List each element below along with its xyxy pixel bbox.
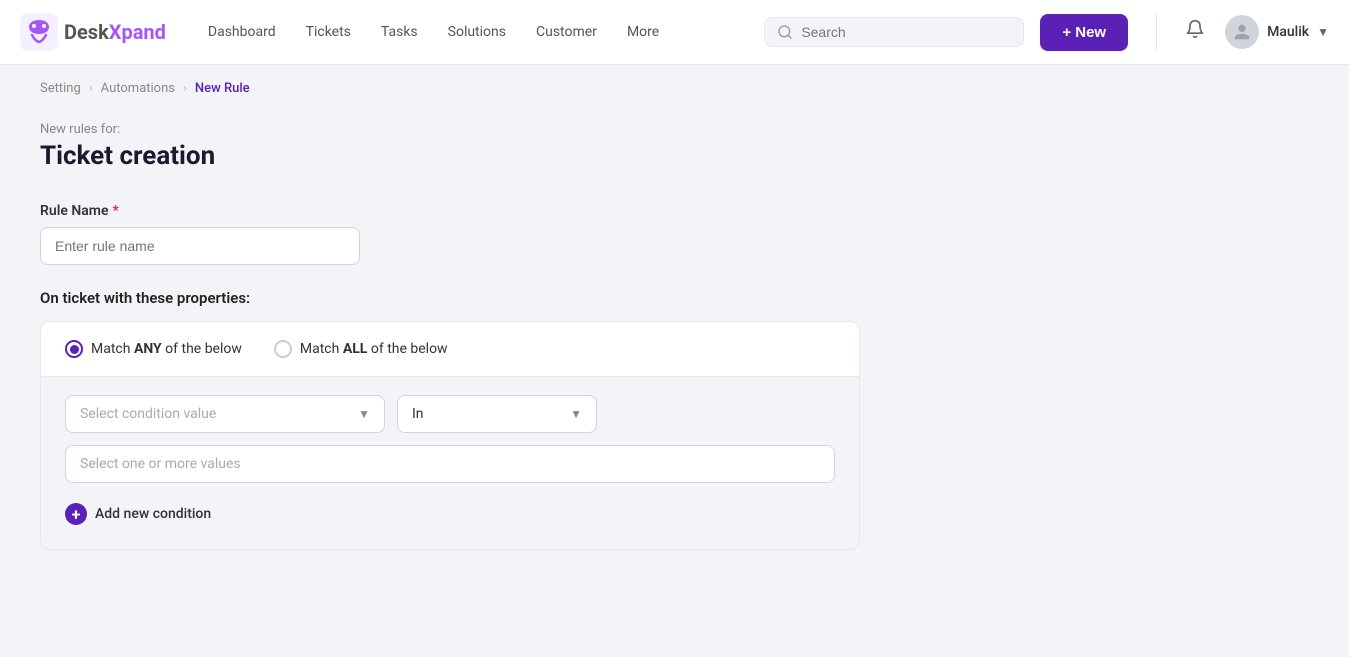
conditions-card: Match ANY of the below Match ALL of the …: [40, 321, 860, 550]
user-menu[interactable]: Maulik ▼: [1225, 15, 1329, 49]
rule-for-label: New rules for:: [40, 122, 860, 137]
logo[interactable]: DeskXpand: [20, 13, 166, 51]
match-any-option[interactable]: Match ANY of the below: [65, 340, 242, 358]
navbar-right: Maulik ▼: [1148, 12, 1329, 52]
rule-name-input[interactable]: [40, 227, 360, 265]
chevron-down-icon: ▼: [1317, 25, 1329, 39]
new-button[interactable]: + New: [1040, 14, 1128, 51]
avatar: [1225, 15, 1259, 49]
divider: [1156, 12, 1157, 52]
properties-section: On ticket with these properties: Match A…: [40, 289, 860, 550]
match-any-radio[interactable]: [65, 340, 83, 358]
match-row: Match ANY of the below Match ALL of the …: [41, 322, 859, 377]
nav-tickets[interactable]: Tickets: [294, 16, 363, 48]
page-title: Ticket creation: [40, 141, 860, 171]
match-all-radio[interactable]: [274, 340, 292, 358]
match-all-bold: ALL: [343, 341, 368, 357]
match-all-label: Match ALL of the below: [300, 341, 448, 357]
breadcrumb-setting[interactable]: Setting: [40, 81, 81, 96]
navbar: DeskXpand Dashboard Tickets Tasks Soluti…: [0, 0, 1349, 65]
breadcrumb-sep-1: ›: [89, 81, 93, 96]
rule-name-section: Rule Name *: [40, 203, 860, 265]
nav-links: Dashboard Tickets Tasks Solutions Custom…: [196, 16, 748, 48]
add-condition-row[interactable]: + Add new condition: [65, 493, 835, 539]
condition-value-dropdown[interactable]: Select condition value ▼: [65, 395, 385, 433]
in-operator-dropdown[interactable]: In ▼: [397, 395, 597, 433]
notification-bell[interactable]: [1181, 15, 1209, 49]
add-condition-label: Add new condition: [95, 506, 211, 522]
required-indicator: *: [112, 203, 118, 219]
condition-value-placeholder: Select condition value: [80, 406, 216, 422]
condition-chevron-icon: ▼: [358, 407, 370, 421]
match-any-bold: ANY: [134, 341, 162, 357]
user-name: Maulik: [1267, 24, 1309, 40]
breadcrumb-new-rule: New Rule: [195, 81, 250, 96]
match-any-label: Match ANY of the below: [91, 341, 242, 357]
in-operator-value: In: [412, 406, 424, 422]
nav-solutions[interactable]: Solutions: [436, 16, 518, 48]
values-input[interactable]: Select one or more values: [65, 445, 835, 483]
search-input[interactable]: [801, 24, 1011, 40]
logo-text: DeskXpand: [64, 20, 166, 44]
nav-customer[interactable]: Customer: [524, 16, 609, 48]
breadcrumb-sep-2: ›: [183, 81, 187, 96]
breadcrumb: Setting › Automations › New Rule: [0, 65, 1349, 112]
properties-label: On ticket with these properties:: [40, 289, 860, 307]
condition-row: Select condition value ▼ In ▼: [65, 395, 835, 433]
search-bar[interactable]: [764, 17, 1024, 47]
add-condition-icon: +: [65, 503, 87, 525]
main-content: New rules for: Ticket creation Rule Name…: [0, 112, 900, 614]
nav-tasks[interactable]: Tasks: [369, 16, 430, 48]
nav-dashboard[interactable]: Dashboard: [196, 16, 288, 48]
in-chevron-icon: ▼: [570, 407, 582, 421]
user-icon: [1233, 23, 1251, 41]
rule-name-label: Rule Name *: [40, 203, 860, 219]
values-placeholder: Select one or more values: [80, 456, 241, 472]
breadcrumb-automations[interactable]: Automations: [101, 81, 175, 96]
search-icon: [777, 24, 793, 40]
nav-more[interactable]: More: [615, 16, 671, 48]
bell-icon: [1185, 19, 1205, 39]
match-all-option[interactable]: Match ALL of the below: [274, 340, 448, 358]
conditions-body: Select condition value ▼ In ▼ Select one…: [41, 377, 859, 549]
